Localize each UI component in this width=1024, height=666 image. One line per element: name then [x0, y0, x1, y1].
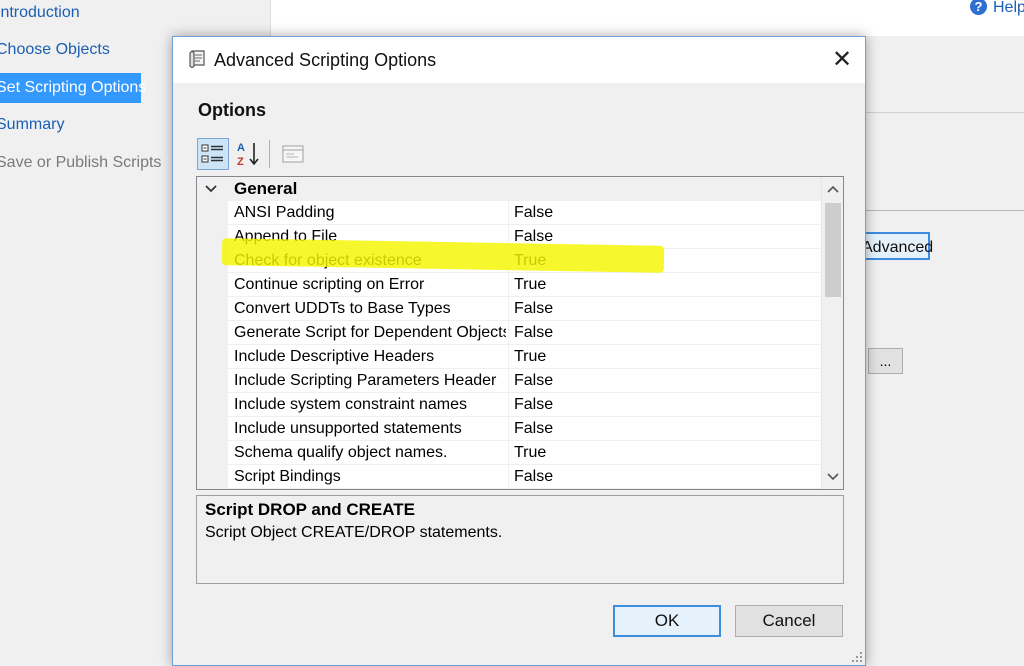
help-link[interactable]: ? Help	[970, 0, 1024, 17]
property-pages-button[interactable]	[277, 138, 309, 170]
panel-divider	[866, 210, 1024, 211]
property-row[interactable]: Include unsupported statements False	[228, 417, 821, 441]
help-icon: ?	[970, 0, 987, 15]
chevron-down-icon[interactable]	[203, 181, 219, 197]
property-row[interactable]: Include Descriptive Headers True	[228, 345, 821, 369]
nav-item-set-scripting-options[interactable]: Set Scripting Options	[0, 73, 146, 103]
property-row[interactable]: Include system constraint names False	[228, 393, 821, 417]
ok-button[interactable]: OK	[613, 605, 721, 637]
property-name: ANSI Padding	[234, 204, 335, 221]
browse-button[interactable]: ...	[868, 348, 903, 374]
sort-alphabetical-button[interactable]: A Z	[233, 138, 265, 170]
svg-text:Z: Z	[237, 156, 244, 168]
sort-alphabetical-icon: A Z	[237, 142, 259, 168]
property-row[interactable]: Continue scripting on Error True	[228, 273, 821, 297]
categorized-icon	[201, 144, 223, 163]
property-value[interactable]: False	[514, 369, 553, 392]
property-name: Include system constraint names	[234, 396, 467, 413]
nav-item-summary[interactable]: Summary	[0, 110, 64, 140]
property-value[interactable]: False	[514, 321, 553, 344]
svg-text:A: A	[237, 142, 245, 154]
property-value[interactable]: False	[514, 201, 553, 224]
property-value[interactable]: True	[514, 345, 546, 368]
property-name: Check for object existence	[234, 252, 422, 269]
category-row-general[interactable]: General	[197, 177, 821, 201]
help-label: Help	[993, 0, 1024, 16]
chevron-up-icon[interactable]	[825, 181, 841, 197]
property-row[interactable]: Check for object existence True	[228, 249, 821, 273]
property-row[interactable]: Append to File False	[228, 225, 821, 249]
resize-grip-icon[interactable]	[851, 651, 863, 663]
scrollbar-thumb[interactable]	[825, 203, 841, 297]
category-label: General	[234, 179, 298, 198]
property-name: Include Scripting Parameters Header	[234, 372, 497, 389]
wizard-header	[271, 0, 1024, 36]
chevron-down-icon[interactable]	[825, 469, 841, 485]
close-icon: ✕	[831, 46, 853, 73]
property-row[interactable]: Generate Script for Dependent Objects Fal…	[228, 321, 821, 345]
nav-item-choose-objects[interactable]: Choose Objects	[0, 35, 110, 65]
property-value[interactable]: False	[514, 225, 553, 248]
cancel-button[interactable]: Cancel	[735, 605, 843, 637]
panel-divider	[866, 112, 1024, 113]
property-name: Convert UDDTs to Base Types	[234, 300, 451, 317]
scroll-icon	[189, 50, 205, 69]
property-name: Continue scripting on Error	[234, 276, 425, 293]
property-value[interactable]: True	[514, 273, 546, 296]
property-row[interactable]: Convert UDDTs to Base Types False	[228, 297, 821, 321]
property-pages-icon	[282, 145, 304, 163]
property-name: Script Bindings	[234, 468, 341, 485]
property-value[interactable]: False	[514, 297, 553, 320]
dialog-titlebar[interactable]: Advanced Scripting Options ✕	[173, 37, 865, 83]
property-name: Include Descriptive Headers	[234, 348, 435, 365]
property-name: Schema qualify object names.	[234, 444, 448, 461]
property-name: Generate Script for Dependent Objects	[234, 324, 506, 341]
grid-gutter	[197, 201, 228, 489]
vertical-scrollbar[interactable]	[821, 177, 843, 489]
property-row[interactable]: Schema qualify object names. True	[228, 441, 821, 465]
advanced-scripting-options-dialog: Advanced Scripting Options ✕ Options A Z	[172, 36, 866, 666]
nav-item-save-or-publish: Save or Publish Scripts	[0, 154, 162, 171]
property-value[interactable]: True	[514, 441, 546, 464]
categorized-button[interactable]	[197, 138, 229, 170]
property-value[interactable]: True	[514, 249, 546, 272]
property-value[interactable]: False	[514, 465, 553, 488]
property-value[interactable]: False	[514, 393, 553, 416]
property-row[interactable]: ANSI Padding False	[228, 201, 821, 225]
property-grid[interactable]: General ANSI Padding False Append to File…	[196, 176, 844, 490]
description-pane: Script DROP and CREATE Script Object CRE…	[196, 495, 844, 584]
property-row[interactable]: Script Bindings False	[228, 465, 821, 489]
nav-item-introduction[interactable]: Introduction	[0, 0, 80, 28]
property-rows: ANSI Padding False Append to File False Ch…	[228, 201, 821, 489]
property-name: Append to File	[234, 228, 338, 245]
property-row[interactable]: Include Scripting Parameters Header False	[228, 369, 821, 393]
property-value[interactable]: False	[514, 417, 553, 440]
close-button[interactable]: ✕	[827, 45, 857, 75]
toolbar-separator	[269, 140, 270, 168]
description-title: Script DROP and CREATE	[205, 500, 416, 519]
description-text: Script Object CREATE/DROP statements.	[205, 524, 503, 541]
dialog-title: Advanced Scripting Options	[214, 50, 437, 70]
property-name: Include unsupported statements	[234, 420, 462, 437]
options-heading: Options	[198, 100, 266, 120]
